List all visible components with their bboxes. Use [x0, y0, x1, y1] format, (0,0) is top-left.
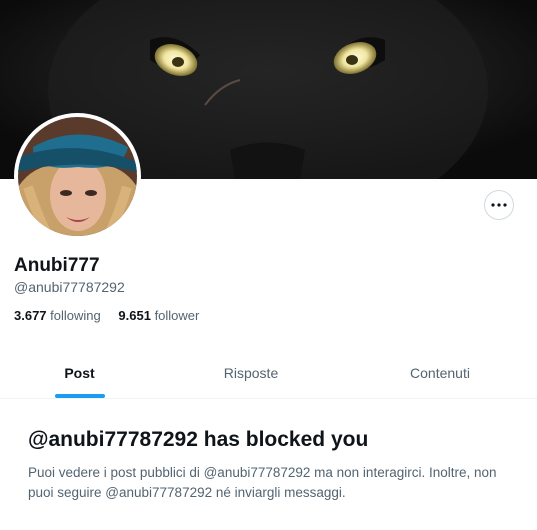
profile-tabs: Post Risposte Contenuti — [0, 348, 537, 399]
following-label: following — [50, 308, 101, 323]
more-options-button[interactable] — [484, 190, 514, 220]
tab-risposte[interactable]: Risposte — [159, 348, 343, 398]
blocked-description: Puoi vedere i post pubblici di @anubi777… — [28, 465, 497, 500]
profile-stats: 3.677 following 9.651 follower — [14, 308, 213, 323]
tab-risposte-label: Risposte — [223, 365, 279, 381]
profile-display-name: Anubi777 — [14, 255, 100, 276]
following-link[interactable]: 3.677 following — [14, 308, 101, 323]
tab-post-label: Post — [64, 365, 95, 381]
tab-contenuti[interactable]: Contenuti — [343, 348, 537, 398]
active-tab-indicator — [54, 394, 105, 398]
tab-post[interactable]: Post — [0, 348, 159, 398]
followers-count: 9.651 — [118, 308, 151, 323]
followers-link[interactable]: 9.651 follower — [118, 308, 199, 323]
avatar-image — [18, 117, 137, 236]
blocked-title: @anubi77787292 has blocked you — [28, 428, 369, 451]
following-count: 3.677 — [14, 308, 47, 323]
tab-contenuti-label: Contenuti — [410, 365, 470, 381]
followers-label: follower — [154, 308, 200, 323]
profile-avatar[interactable] — [14, 113, 141, 240]
profile-handle: @anubi77787292 — [14, 279, 125, 295]
more-horizontal-icon — [491, 203, 507, 207]
